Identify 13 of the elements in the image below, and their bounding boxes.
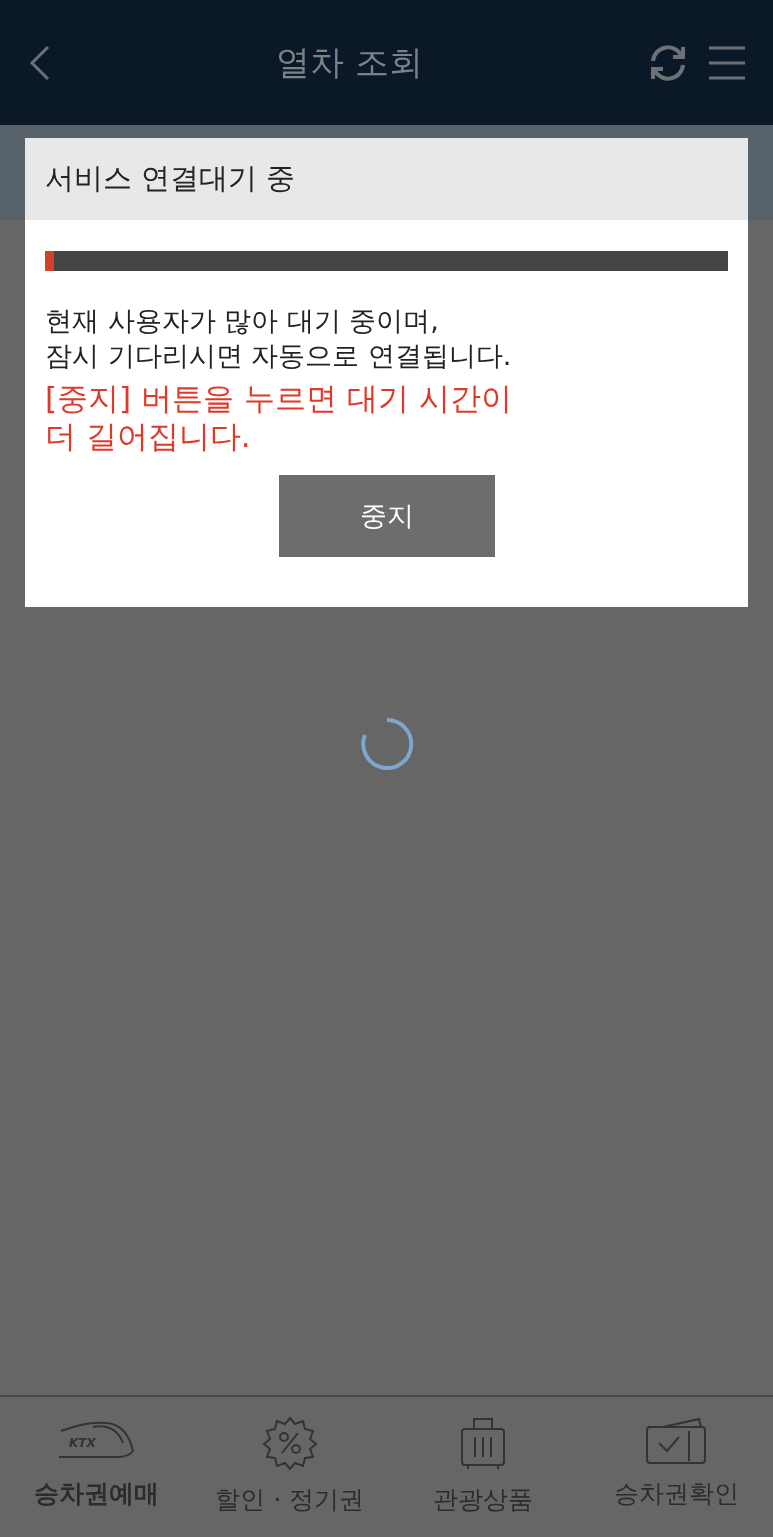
suitcase-icon <box>460 1415 507 1471</box>
menu-button[interactable] <box>709 44 745 81</box>
stop-button[interactable]: 중지 <box>278 475 495 557</box>
dialog-title: 서비스 연결대기 중 <box>25 138 748 220</box>
warning-message: [중지] 버튼을 누르면 대기 시간이 더 길어집니다. <box>45 379 513 455</box>
page-title: 열차 조회 <box>275 40 424 84</box>
nav-tab[interactable]: 할인 · 정기권 <box>193 1397 387 1537</box>
discount-badge-icon <box>261 1415 318 1471</box>
wait-message: 현재 사용자가 많아 대기 중이며, 잠시 기다리시면 자동으로 연결됩니다. <box>45 304 513 373</box>
nav-tab[interactable]: 관광상품 <box>386 1397 580 1537</box>
nav-tab[interactable]: 승차권확인 <box>579 1397 773 1537</box>
ticket-check-icon <box>645 1415 708 1465</box>
back-button[interactable] <box>28 44 52 81</box>
